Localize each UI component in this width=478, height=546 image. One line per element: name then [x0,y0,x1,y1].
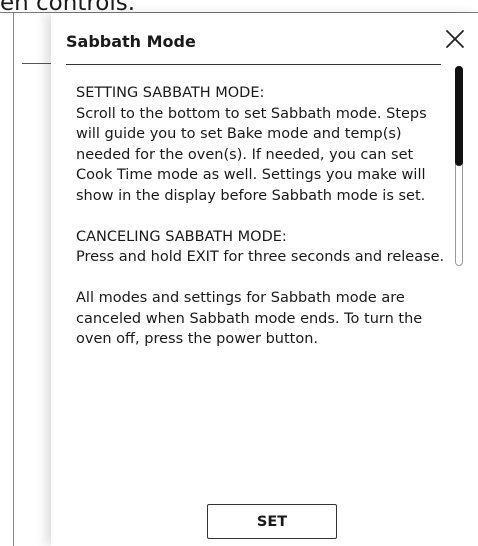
title-divider [66,64,441,65]
dialog-title: Sabbath Mode [66,32,196,51]
canceling-instructions: Press and hold EXIT for three seconds an… [76,249,445,265]
close-button[interactable] [443,27,467,51]
dialog-body: SETTING SABBATH MODE: Scroll to the bott… [76,83,446,350]
close-icon [446,30,464,48]
canceling-heading: CANCELING SABBATH MODE: [76,228,287,245]
scrollbar-thumb[interactable] [455,66,463,166]
setting-section: SETTING SABBATH MODE: Scroll to the bott… [76,83,446,206]
set-button[interactable]: SET [207,504,337,539]
modes-ending-note: All modes and settings for Sabbath mode … [76,290,423,347]
canceling-section: CANCELING SABBATH MODE: Press and hold E… [76,227,446,268]
setting-instructions: Scroll to the bottom to set Sabbath mode… [76,105,427,204]
screen: en controls. Sabbath Mode SETTING SABBAT… [0,0,478,546]
scrollbar[interactable] [455,66,463,266]
sabbath-mode-dialog: Sabbath Mode SETTING SABBATH MODE: Scrol… [51,13,478,546]
background-panel-edge [13,13,14,546]
setting-heading: SETTING SABBATH MODE: [76,85,265,101]
